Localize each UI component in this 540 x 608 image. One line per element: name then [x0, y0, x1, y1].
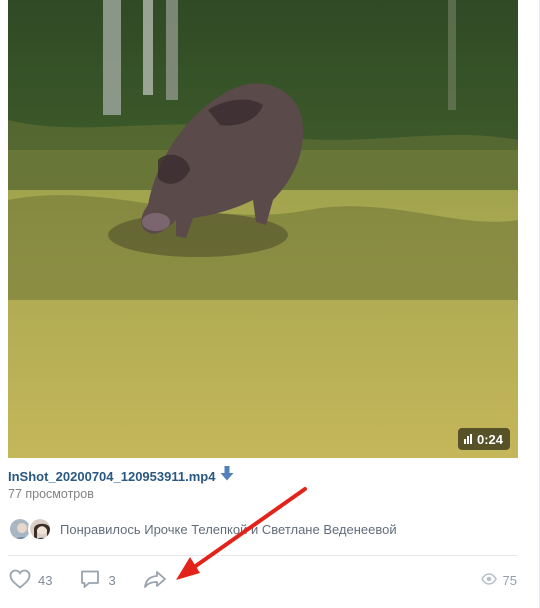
volume-bars-icon [463, 434, 472, 444]
video-frame [8, 0, 518, 458]
avatar[interactable] [28, 517, 52, 541]
likers-row[interactable]: Понравилось Ирочке Телепкой и Светлане В… [8, 517, 397, 541]
like-count: 43 [38, 572, 53, 588]
file-title-row: InShot_20200704_120953911.mp4 [8, 466, 234, 486]
file-name-link[interactable]: InShot_20200704_120953911.mp4 [8, 469, 215, 484]
file-views-count: 77 просмотров [8, 487, 94, 501]
download-arrow-icon[interactable] [220, 466, 234, 486]
likers-text[interactable]: Понравилось Ирочке Телепкой и Светлане В… [60, 522, 397, 537]
video-duration-badge: 0:24 [457, 428, 510, 450]
post-card: 0:24 InShot_20200704_120953911.mp4 77 пр… [0, 0, 540, 608]
heart-icon [8, 567, 32, 594]
eye-icon [480, 572, 497, 588]
comment-count: 3 [108, 572, 116, 588]
views-count-label: 75 [502, 572, 517, 588]
share-arrow-icon [142, 567, 168, 594]
video-player[interactable]: 0:24 [8, 0, 518, 458]
like-button[interactable]: 43 [8, 567, 52, 594]
comment-bubble-icon [78, 567, 102, 594]
comment-button[interactable]: 3 [78, 567, 116, 594]
share-button[interactable] [142, 567, 168, 594]
duration-label: 0:24 [476, 431, 503, 447]
divider [8, 555, 518, 556]
post-actions: 43 3 [8, 566, 194, 594]
post-views: 75 [480, 566, 517, 594]
